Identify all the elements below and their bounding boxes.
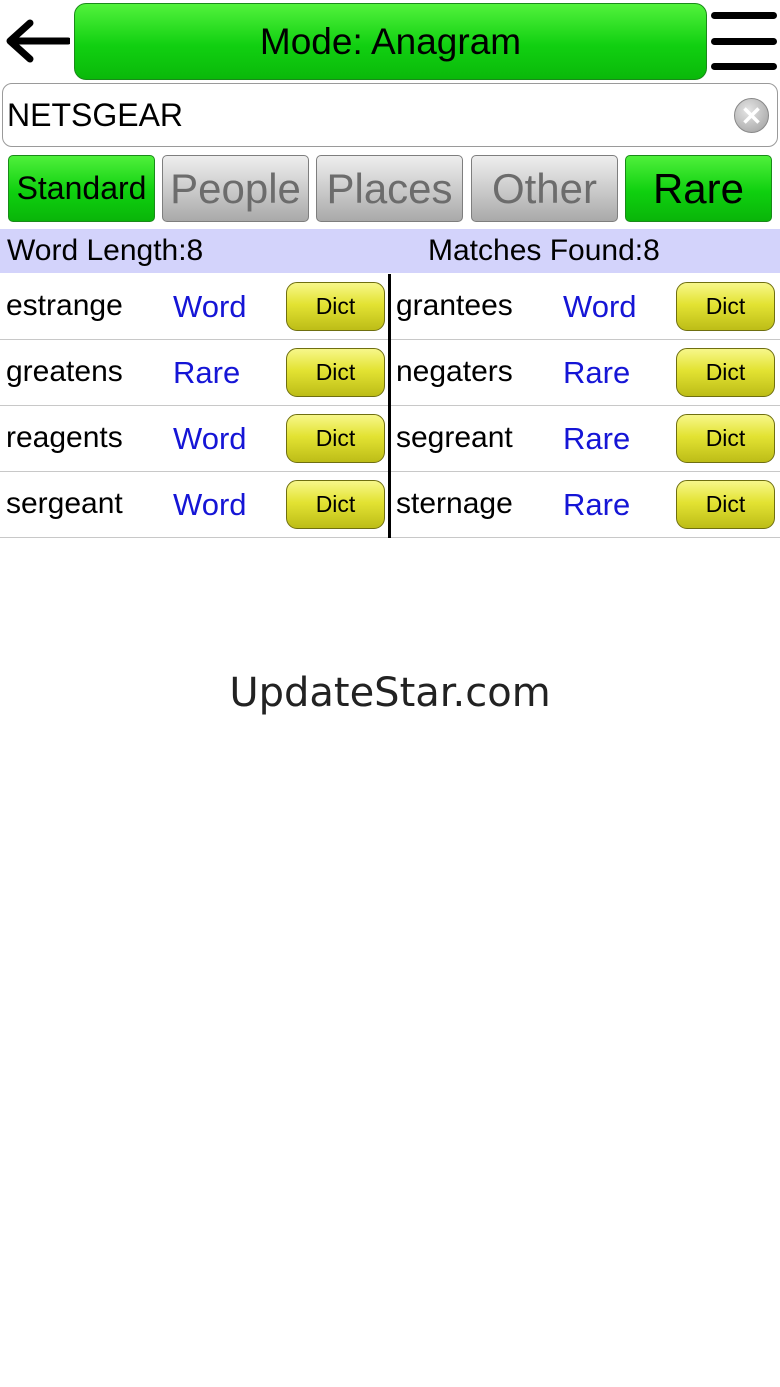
result-word: sternage	[396, 487, 513, 520]
result-word: estrange	[6, 289, 123, 322]
result-type-link[interactable]: Rare	[563, 487, 630, 523]
dict-button[interactable]: Dict	[286, 282, 385, 331]
result-type-link[interactable]: Rare	[563, 355, 630, 391]
filter-places-button[interactable]: Places	[316, 155, 463, 222]
result-item: estrange Word Dict	[0, 274, 388, 340]
result-word: reagents	[6, 421, 123, 454]
matches-found-label: Matches Found:8	[428, 234, 660, 267]
column-divider	[388, 274, 391, 538]
dict-button[interactable]: Dict	[676, 282, 775, 331]
result-type-link[interactable]: Word	[173, 421, 247, 457]
result-item: segreant Rare Dict	[390, 406, 778, 472]
mode-label: Mode: Anagram	[259, 20, 522, 62]
dict-button[interactable]: Dict	[286, 348, 385, 397]
result-item: reagents Word Dict	[0, 406, 388, 472]
filter-standard-button[interactable]: Standard	[8, 155, 155, 222]
letters-input[interactable]	[3, 96, 703, 134]
word-length-label: Word Length:8	[7, 234, 204, 267]
results-grid: estrange Word Dict grantees Word Dict gr…	[0, 274, 780, 538]
filter-tabs: Standard People Places Other Rare	[8, 155, 774, 222]
result-word: segreant	[396, 421, 513, 454]
menu-line	[711, 63, 777, 70]
menu-line	[711, 12, 777, 19]
result-word: sergeant	[6, 487, 123, 520]
result-type-link[interactable]: Word	[563, 289, 637, 325]
search-box: ✕	[2, 83, 778, 147]
result-type-link[interactable]: Rare	[173, 355, 240, 391]
app-screen: Mode: Anagram ✕ Standard People Places O…	[0, 0, 780, 1387]
dict-button[interactable]: Dict	[676, 480, 775, 529]
result-item: sergeant Word Dict	[0, 472, 388, 538]
dict-button[interactable]: Dict	[676, 414, 775, 463]
dict-button[interactable]: Dict	[286, 480, 385, 529]
filter-people-button[interactable]: People	[162, 155, 309, 222]
mode-button[interactable]: Mode: Anagram	[74, 3, 707, 80]
dict-button[interactable]: Dict	[286, 414, 385, 463]
result-type-link[interactable]: Word	[173, 487, 247, 523]
result-word: greatens	[6, 355, 123, 388]
result-type-link[interactable]: Word	[173, 289, 247, 325]
dict-button[interactable]: Dict	[676, 348, 775, 397]
result-item: grantees Word Dict	[390, 274, 778, 340]
menu-line	[711, 37, 777, 45]
filter-other-button[interactable]: Other	[471, 155, 618, 222]
result-type-link[interactable]: Rare	[563, 421, 630, 457]
hamburger-menu-icon[interactable]	[711, 12, 777, 70]
clear-circle-x-icon[interactable]: ✕	[734, 98, 769, 133]
result-item: sternage Rare Dict	[390, 472, 778, 538]
result-word: negaters	[396, 355, 513, 388]
arrow-left-icon	[6, 19, 70, 63]
back-button[interactable]	[2, 12, 72, 70]
result-item: negaters Rare Dict	[390, 340, 778, 406]
result-word: grantees	[396, 289, 513, 322]
result-item: greatens Rare Dict	[0, 340, 388, 406]
info-bar: Word Length:8 Matches Found:8	[0, 229, 780, 273]
filter-rare-button[interactable]: Rare	[625, 155, 772, 222]
watermark-text: UpdateStar.com	[229, 670, 551, 716]
